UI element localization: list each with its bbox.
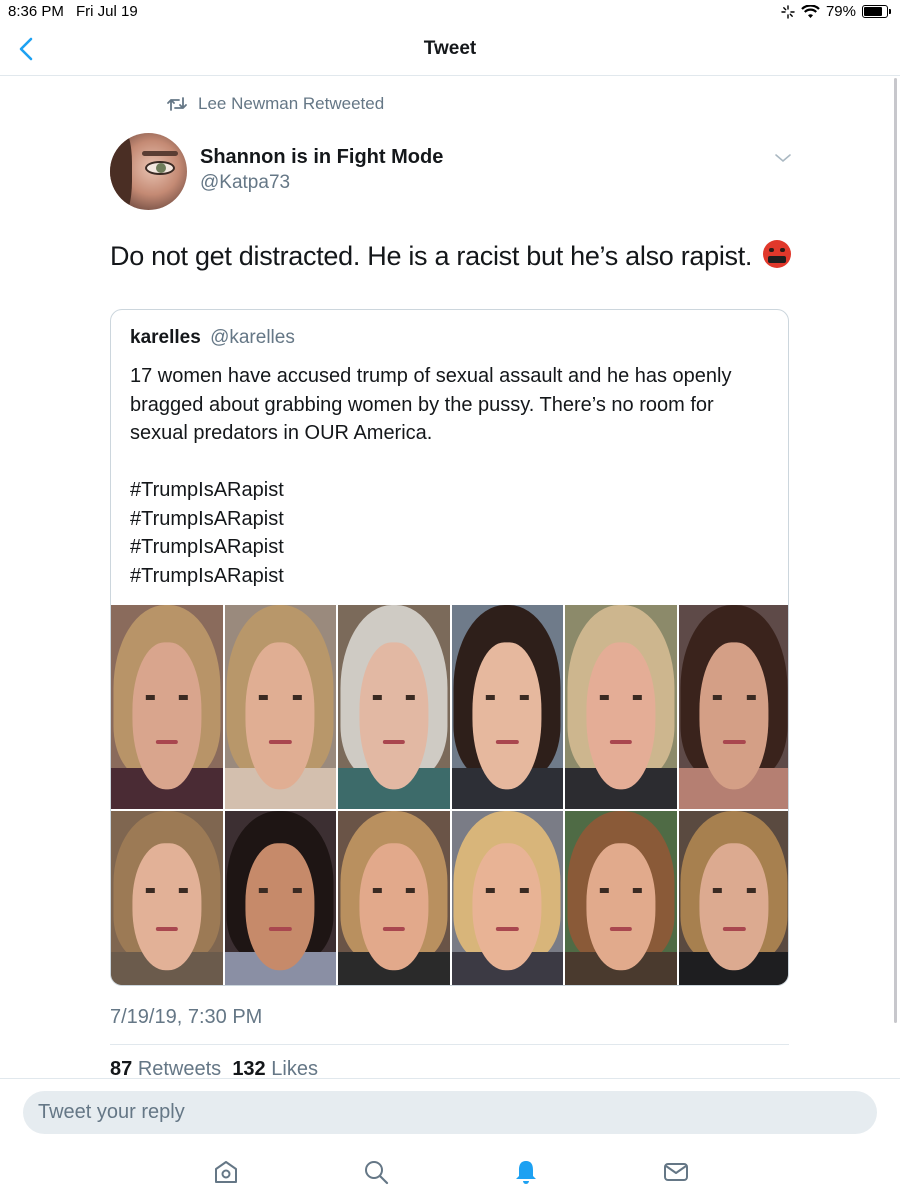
- photo-eyes: [713, 888, 756, 894]
- photo-face: [132, 642, 202, 790]
- activity-icon: [781, 4, 795, 19]
- author-handle[interactable]: @Katpa73: [200, 172, 290, 194]
- hashtag[interactable]: #TrumpIsARapist: [130, 476, 284, 505]
- retweeted-by[interactable]: Lee Newman Retweeted: [166, 94, 384, 114]
- retweets-stat[interactable]: 87 Retweets: [110, 1058, 221, 1080]
- hashtag[interactable]: #TrumpIsARapist: [130, 562, 284, 591]
- photo-mouth: [155, 927, 178, 932]
- scrollbar[interactable]: [894, 78, 897, 1023]
- angry-face-emoji: [763, 240, 792, 268]
- photo-face: [245, 642, 315, 790]
- retweet-icon: [167, 97, 187, 111]
- photo-mouth: [496, 739, 519, 744]
- photo-face: [586, 642, 656, 790]
- photo-face: [586, 843, 656, 970]
- battery-icon: [862, 5, 891, 18]
- collage-photo[interactable]: [338, 811, 450, 985]
- search-icon[interactable]: [361, 1157, 391, 1187]
- collage-photo[interactable]: [224, 811, 336, 985]
- photo-eyes: [599, 694, 642, 700]
- photo-mouth: [382, 927, 405, 932]
- photo-mouth: [609, 739, 632, 744]
- collage-photo[interactable]: [451, 811, 563, 985]
- retweets-label: Retweets: [137, 1058, 222, 1080]
- photo-face: [472, 843, 542, 970]
- photo-face: [245, 843, 315, 970]
- photo-eyes: [599, 888, 642, 894]
- quoted-author: karelles @karelles: [130, 327, 295, 349]
- status-date: Fri Jul 19: [76, 3, 138, 20]
- quoted-author-name: karelles: [130, 327, 201, 348]
- photo-eyes: [372, 694, 415, 700]
- photo-face: [699, 642, 769, 790]
- home-icon[interactable]: [211, 1157, 241, 1187]
- photo-mouth: [269, 927, 292, 932]
- notifications-icon[interactable]: [511, 1157, 541, 1187]
- tweet-timestamp: 7/19/19, 7:30 PM: [110, 1006, 263, 1028]
- hashtag[interactable]: #TrumpIsARapist: [130, 533, 284, 562]
- avatar[interactable]: [110, 133, 187, 210]
- photo-mouth: [382, 739, 405, 744]
- photo-mouth: [609, 927, 632, 932]
- collage-photo[interactable]: [678, 605, 788, 809]
- photo-mouth: [496, 927, 519, 932]
- divider: [110, 1044, 789, 1045]
- photo-face: [472, 642, 542, 790]
- chevron-down-icon[interactable]: [774, 152, 792, 164]
- collage-photo[interactable]: [565, 605, 677, 809]
- photo-eyes: [372, 888, 415, 894]
- reply-input[interactable]: Tweet your reply: [23, 1091, 877, 1134]
- collage-photo[interactable]: [678, 811, 788, 985]
- likes-stat[interactable]: 132 Likes: [232, 1058, 318, 1080]
- photo-eyes: [145, 694, 188, 700]
- photo-face: [699, 843, 769, 970]
- collage-photo[interactable]: [224, 605, 336, 809]
- retweets-count: 87: [110, 1058, 133, 1080]
- hashtag[interactable]: #TrumpIsARapist: [130, 505, 284, 534]
- photo-mouth: [723, 927, 746, 932]
- collage-photo[interactable]: [338, 605, 450, 809]
- photo-mouth: [155, 739, 178, 744]
- tweet-text: Do not get distracted. He is a racist bu…: [110, 240, 850, 272]
- photo-mouth: [723, 739, 746, 744]
- bottom-area: Tweet your reply: [0, 1078, 900, 1201]
- collage-photo[interactable]: [111, 811, 223, 985]
- photo-face: [359, 642, 429, 790]
- quoted-author-handle: @karelles: [210, 327, 295, 348]
- wifi-icon: [801, 4, 820, 18]
- author-name[interactable]: Shannon is in Fight Mode: [200, 146, 443, 169]
- collage-photo[interactable]: [111, 605, 223, 809]
- status-right: 79%: [781, 3, 891, 20]
- collage-photo[interactable]: [451, 605, 563, 809]
- photo-eyes: [145, 888, 188, 894]
- tab-bar: [0, 1157, 900, 1197]
- photo-eyes: [259, 694, 302, 700]
- photo-collage[interactable]: [111, 605, 788, 985]
- quoted-tweet[interactable]: karelles @karelles 17 women have accused…: [110, 309, 789, 986]
- photo-mouth: [269, 739, 292, 744]
- hashtag-list: #TrumpIsARapist #TrumpIsARapist #TrumpIs…: [130, 476, 284, 590]
- photo-eyes: [259, 888, 302, 894]
- photo-face: [132, 843, 202, 970]
- likes-label: Likes: [271, 1058, 318, 1080]
- collage-photo[interactable]: [565, 811, 677, 985]
- status-bar: 8:36 PM Fri Jul 19 79%: [0, 0, 900, 24]
- tweet-body: Do not get distracted. He is a racist bu…: [110, 241, 760, 271]
- photo-face: [359, 843, 429, 970]
- photo-eyes: [713, 694, 756, 700]
- nav-bar: Tweet: [0, 24, 900, 76]
- quoted-tweet-text: 17 women have accused trump of sexual as…: [130, 365, 732, 444]
- battery-percent: 79%: [825, 3, 856, 20]
- status-time: 8:36 PM: [8, 3, 64, 20]
- photo-eyes: [486, 888, 529, 894]
- likes-count: 132: [232, 1058, 266, 1080]
- messages-icon[interactable]: [661, 1157, 691, 1187]
- retweeted-by-label: Lee Newman Retweeted: [198, 94, 385, 113]
- photo-eyes: [486, 694, 529, 700]
- page-title: Tweet: [423, 38, 477, 59]
